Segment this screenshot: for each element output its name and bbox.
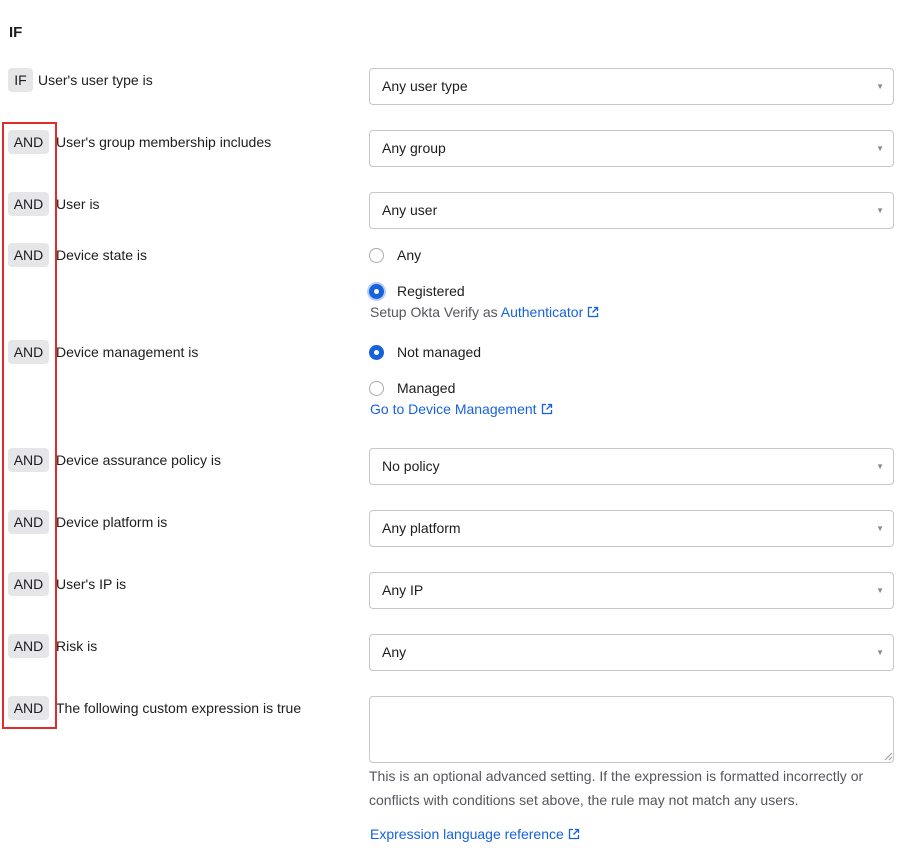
- device-state-hint-text: Setup Okta Verify as: [370, 304, 498, 320]
- device-management-link-text[interactable]: Go to Device Management: [370, 401, 537, 417]
- device-management-option-not-managed[interactable]: Not managed: [369, 342, 481, 362]
- radio-unchecked[interactable]: [369, 247, 384, 263]
- group-membership-select-value: Any group: [382, 140, 446, 156]
- caret-down-icon: ▼: [876, 144, 884, 153]
- device-state-option-any[interactable]: Any: [369, 245, 421, 265]
- device-management-hint: Go to Device Management: [370, 401, 553, 417]
- user-ip-label: User's IP is: [56, 576, 127, 592]
- external-link-icon: [588, 306, 599, 318]
- radio-unchecked[interactable]: [369, 380, 384, 396]
- custom-expression-label: The following custom expression is true: [56, 700, 302, 716]
- expression-reference-link[interactable]: Expression language reference: [370, 826, 580, 842]
- device-management-label: Device management is: [56, 344, 199, 360]
- user-type-select-value: Any user type: [382, 78, 468, 94]
- radio-checked[interactable]: [369, 283, 384, 299]
- user-select[interactable]: Any user ▼: [369, 192, 894, 229]
- device-state-option-registered[interactable]: Registered: [369, 281, 465, 301]
- device-state-option-registered-label: Registered: [397, 283, 465, 299]
- device-state-option-any-label: Any: [397, 247, 422, 263]
- device-management-option-managed-label: Managed: [397, 380, 456, 396]
- device-management-option-not-managed-label: Not managed: [397, 344, 482, 360]
- group-membership-label: User's group membership includes: [56, 134, 272, 150]
- radio-checked[interactable]: [369, 344, 384, 360]
- user-ip-select[interactable]: Any IP ▼: [369, 572, 894, 609]
- device-assurance-select[interactable]: No policy ▼: [369, 448, 894, 485]
- caret-down-icon: ▼: [876, 206, 884, 215]
- caret-down-icon: ▼: [876, 462, 884, 471]
- user-ip-select-value: Any IP: [382, 582, 424, 598]
- user-label: User is: [56, 196, 100, 212]
- expression-reference-hint: Expression language reference: [370, 826, 580, 842]
- caret-down-icon: ▼: [876, 82, 884, 91]
- device-management-link[interactable]: Go to Device Management: [370, 401, 553, 417]
- custom-expression-input[interactable]: [369, 696, 894, 763]
- external-link-icon: [568, 828, 579, 840]
- device-management-option-managed[interactable]: Managed: [369, 378, 455, 398]
- device-state-label: Device state is: [56, 247, 148, 263]
- risk-select-value: Any: [382, 644, 407, 660]
- expression-reference-link-text[interactable]: Expression language reference: [370, 826, 564, 842]
- authenticator-link[interactable]: Authenticator: [501, 304, 600, 320]
- caret-down-icon: ▼: [876, 524, 884, 533]
- resize-grip-icon[interactable]: [884, 752, 893, 761]
- user-select-value: Any user: [382, 202, 438, 218]
- external-link-icon: [541, 403, 552, 415]
- risk-label: Risk is: [56, 638, 98, 654]
- user-type-select[interactable]: Any user type ▼: [369, 68, 894, 105]
- section-heading: IF: [9, 24, 23, 41]
- device-platform-label: Device platform is: [56, 514, 168, 530]
- authenticator-link-text[interactable]: Authenticator: [501, 304, 584, 320]
- caret-down-icon: ▼: [876, 648, 884, 657]
- device-platform-select[interactable]: Any platform ▼: [369, 510, 894, 547]
- if-badge: IF: [8, 68, 33, 92]
- custom-expression-help: This is an optional advanced setting. If…: [369, 768, 864, 808]
- device-platform-select-value: Any platform: [382, 520, 461, 536]
- and-badges-highlight: [2, 122, 57, 729]
- device-state-hint: Setup Okta Verify as Authenticator: [370, 304, 599, 320]
- user-type-label: User's user type is: [38, 72, 153, 88]
- risk-select[interactable]: Any ▼: [369, 634, 894, 671]
- device-assurance-label: Device assurance policy is: [56, 452, 221, 468]
- caret-down-icon: ▼: [876, 586, 884, 595]
- device-assurance-select-value: No policy: [382, 458, 440, 474]
- group-membership-select[interactable]: Any group ▼: [369, 130, 894, 167]
